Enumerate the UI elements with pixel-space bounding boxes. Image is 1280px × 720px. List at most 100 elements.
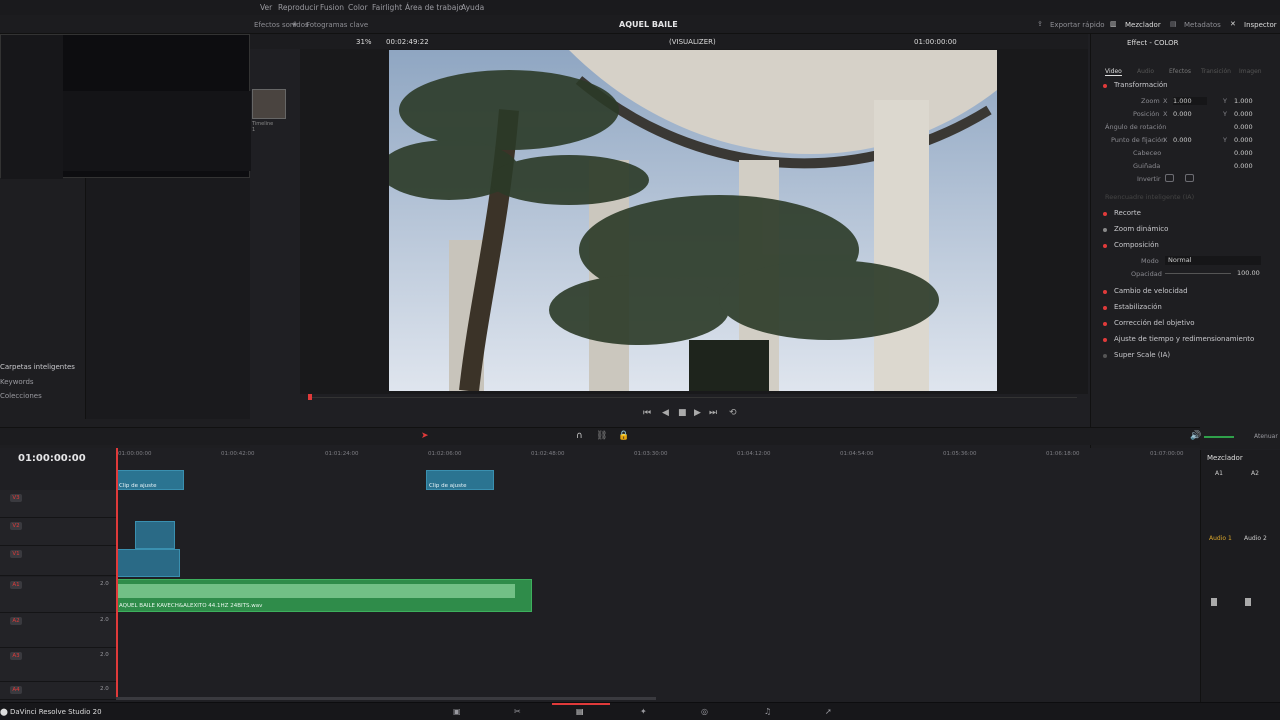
clip-thumbnail[interactable] [252, 89, 286, 119]
crop-enable-icon[interactable] [1103, 212, 1107, 216]
zoom-y-field[interactable]: 1.000 [1234, 97, 1253, 105]
snap-icon[interactable]: ∩ [576, 431, 583, 441]
ruler-tick: 01:05:36:00 [943, 451, 977, 457]
transform-section[interactable]: Transformación [1114, 81, 1168, 89]
mixer-button[interactable]: Mezclador [1125, 21, 1161, 29]
lens-enable-icon[interactable] [1103, 322, 1107, 326]
pitch-field[interactable]: 0.000 [1234, 149, 1253, 157]
keywords-label[interactable]: Keywords [0, 378, 34, 386]
composite-section[interactable]: Composición [1114, 241, 1159, 249]
retime-enable-icon[interactable] [1103, 338, 1107, 342]
menu-area-trabajo[interactable]: Área de trabajo [405, 3, 463, 12]
volume-slider[interactable] [1204, 436, 1234, 438]
menu-fairlight[interactable]: Fairlight [372, 3, 402, 12]
superscale-section[interactable]: Super Scale (IA) [1114, 351, 1170, 359]
anchor-y-field[interactable]: 0.000 [1234, 136, 1253, 144]
timeline-ruler[interactable]: 01:00:00:00 01:00:42:00 01:01:24:00 01:0… [116, 451, 1200, 463]
anchor-x-field[interactable]: 0.000 [1173, 136, 1192, 144]
menu-reproducir[interactable]: Reproducir [278, 3, 319, 12]
speed-section[interactable]: Cambio de velocidad [1114, 287, 1188, 295]
transform-enable-icon[interactable] [1103, 84, 1107, 88]
composite-enable-icon[interactable] [1103, 244, 1107, 248]
track-header-v1[interactable]: V1 [0, 546, 116, 576]
dynamic-zoom-enable-icon[interactable] [1103, 228, 1107, 232]
video-clip-v1[interactable] [116, 549, 180, 577]
audio-clip-a1[interactable]: AQUEL BAILE KAVECH&ALEXITO 44.1HZ 24BITS… [116, 579, 532, 612]
lock-icon[interactable]: 🔒 [618, 431, 629, 441]
scrub-bar[interactable] [309, 397, 1077, 398]
menu-ver[interactable]: Ver [260, 3, 272, 12]
play-reverse-icon[interactable]: ◀ [662, 408, 669, 418]
smart-bins-label[interactable]: Carpetas inteligentes [0, 363, 75, 371]
viewer-mode[interactable]: (VISUALIZER) [669, 38, 716, 46]
loop-icon[interactable]: ⟲ [729, 408, 737, 418]
scrub-playhead[interactable] [308, 394, 312, 400]
opacity-field[interactable]: 100.00 [1237, 269, 1260, 277]
fader-a1[interactable] [1211, 598, 1217, 606]
tab-transicion[interactable]: Transición [1201, 68, 1231, 75]
fusion-page-icon[interactable]: ✦ [640, 707, 647, 716]
selection-tool-icon[interactable]: ➤ [421, 431, 429, 441]
menu-fusion[interactable]: Fusion [320, 3, 344, 12]
track-header-v2[interactable]: V2 [0, 518, 116, 546]
menu-color[interactable]: Color [348, 3, 368, 12]
timeline-playhead[interactable] [116, 448, 118, 700]
track-header-a3[interactable]: A3 2.0 [0, 648, 116, 682]
yaw-field[interactable]: 0.000 [1234, 162, 1253, 170]
retime-section[interactable]: Ajuste de tiempo y redimensionamiento [1114, 335, 1254, 343]
mute-button[interactable]: Atenuar [1254, 433, 1278, 440]
position-y-field[interactable]: 0.000 [1234, 110, 1253, 118]
deliver-page-icon[interactable]: ➚ [825, 707, 832, 716]
fairlight-page-icon[interactable]: ♫ [764, 707, 771, 716]
cut-page-icon[interactable]: ✂ [514, 707, 521, 716]
metadata-button[interactable]: Metadatos [1184, 21, 1221, 29]
skip-start-icon[interactable]: ⏮ [643, 408, 651, 418]
composite-mode-select[interactable]: Normal [1165, 256, 1261, 265]
menu-ayuda[interactable]: Ayuda [461, 3, 484, 12]
tab-video[interactable]: Video [1105, 68, 1122, 76]
duration-timecode: 00:02:49:22 [386, 38, 429, 46]
volume-icon[interactable]: 🔊 [1190, 431, 1201, 441]
crop-section[interactable]: Recorte [1114, 209, 1141, 217]
play-icon[interactable]: ▶ [694, 408, 701, 418]
position-x-field[interactable]: 0.000 [1173, 110, 1192, 118]
flip-vertical-icon[interactable] [1185, 174, 1194, 182]
adjustment-clip-2[interactable]: Clip de ajuste [426, 470, 494, 490]
track-header-a4[interactable]: A4 2.0 [0, 682, 116, 700]
tab-efectos-sonidos[interactable]: Efectos sonidos [254, 21, 309, 29]
stabilization-section[interactable]: Estabilización [1114, 303, 1162, 311]
lens-correction-section[interactable]: Corrección del objetivo [1114, 319, 1195, 327]
video-frame[interactable] [389, 50, 997, 391]
superscale-enable-icon[interactable] [1103, 354, 1107, 358]
dynamic-zoom-section[interactable]: Zoom dinámico [1114, 225, 1168, 233]
tab-audio[interactable]: Audio [1137, 68, 1154, 75]
smart-reframe-section[interactable]: Reencuadre inteligente (IA) [1105, 193, 1194, 201]
color-page-icon[interactable]: ◎ [701, 707, 708, 716]
rotation-field[interactable]: 0.000 [1234, 123, 1253, 131]
fader-a2[interactable] [1245, 598, 1251, 606]
timeline-scrollbar[interactable] [116, 697, 656, 700]
speed-enable-icon[interactable] [1103, 290, 1107, 294]
video-clip-v2[interactable] [135, 521, 175, 549]
tab-efectos[interactable]: Efectos [1169, 68, 1191, 75]
media-page-icon[interactable]: ▣ [453, 707, 461, 716]
flip-horizontal-icon[interactable] [1165, 174, 1174, 182]
opacity-slider[interactable] [1165, 273, 1231, 274]
stop-icon[interactable]: ■ [678, 408, 687, 418]
adjustment-clip-1[interactable]: Clip de ajuste [116, 470, 184, 490]
track-header-a2[interactable]: A2 2.0 [0, 613, 116, 648]
inspector-button[interactable]: Inspector [1244, 21, 1277, 29]
collections-label[interactable]: Colecciones [0, 392, 42, 400]
zoom-x-field[interactable]: 1.000 [1173, 97, 1207, 105]
skip-end-icon[interactable]: ⏭ [709, 408, 717, 418]
quick-export-button[interactable]: Exportar rápido [1050, 21, 1105, 29]
tab-imagen[interactable]: Imagen [1239, 68, 1262, 75]
timeline-toolbar: ➤ ∩ ⛓ 🔒 🔊 Atenuar [0, 427, 1278, 445]
track-header-v3[interactable]: V3 [0, 490, 116, 518]
link-icon[interactable]: ⛓ [596, 431, 607, 441]
zoom-level[interactable]: 31% [356, 38, 372, 46]
edit-page-icon[interactable]: ▤ [576, 707, 584, 716]
stabilization-enable-icon[interactable] [1103, 306, 1107, 310]
track-header-a1[interactable]: A1 2.0 [0, 577, 116, 613]
tab-fotogramas-clave[interactable]: Fotogramas clave [306, 21, 368, 29]
